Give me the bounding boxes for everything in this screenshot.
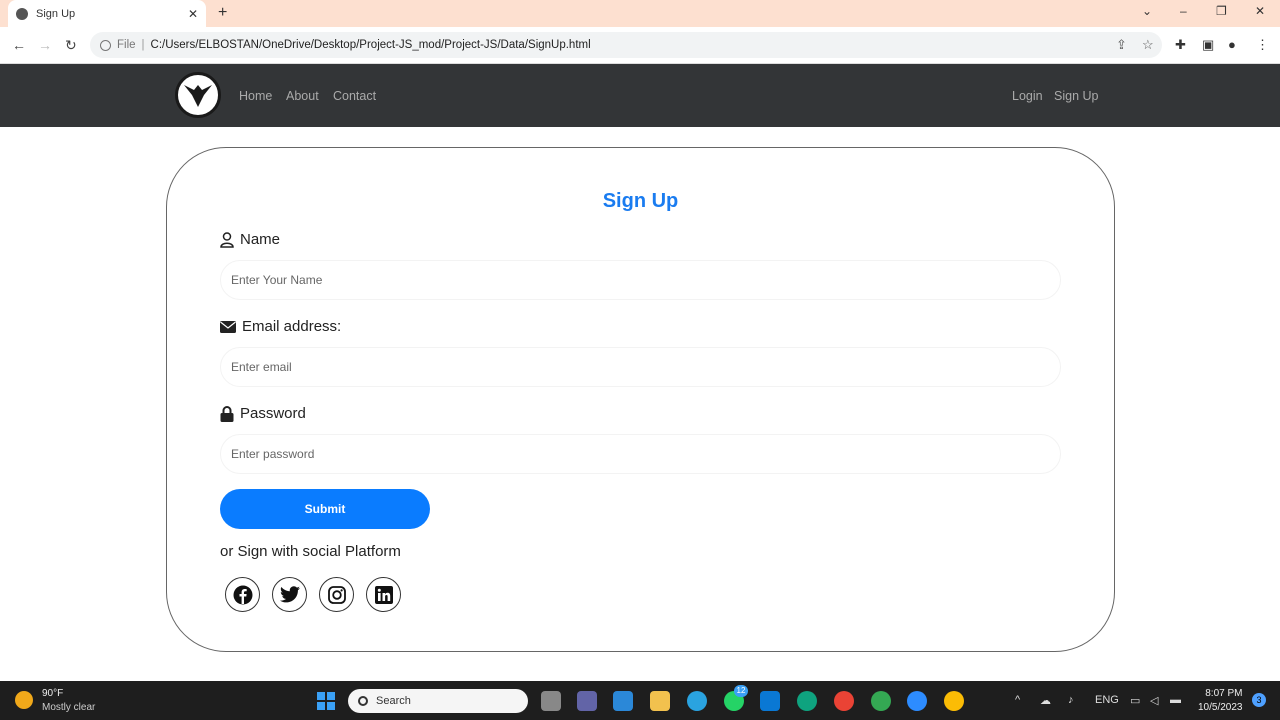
onedrive-icon[interactable]: ☁: [1040, 694, 1051, 707]
signup-card: Sign Up Name Email address: Password Sub…: [166, 147, 1115, 652]
twitter-button[interactable]: [272, 577, 307, 612]
twitter-icon: [279, 586, 300, 603]
forward-icon[interactable]: →: [38, 37, 52, 53]
instagram-icon: [327, 585, 346, 604]
maximize-icon[interactable]: ❐: [1216, 4, 1227, 18]
social-signin-text: or Sign with social Platform: [220, 543, 401, 560]
facebook-button[interactable]: [225, 577, 260, 612]
reload-icon[interactable]: ↻: [65, 37, 77, 54]
extensions-icon[interactable]: ✚: [1175, 37, 1186, 53]
weather-moon-icon[interactable]: [15, 691, 33, 709]
close-tab-icon[interactable]: ✕: [188, 7, 198, 21]
task-view-icon[interactable]: [541, 691, 561, 711]
zoom-icon[interactable]: [907, 691, 927, 711]
tab-search-icon[interactable]: ⌄: [1142, 4, 1152, 18]
side-panel-icon[interactable]: ▣: [1202, 37, 1214, 53]
nav-signup-link[interactable]: Sign Up: [1054, 89, 1098, 103]
chrome-alt-icon[interactable]: [944, 691, 964, 711]
notification-badge[interactable]: 3: [1252, 693, 1266, 707]
new-tab-icon[interactable]: +: [218, 4, 227, 22]
whatsapp-badge: 12: [734, 685, 748, 697]
nav-contact-link[interactable]: Contact: [333, 89, 376, 103]
chrome-profile-icon[interactable]: [871, 691, 891, 711]
back-icon[interactable]: ←: [12, 37, 26, 53]
bookmark-star-icon[interactable]: ☆: [1142, 37, 1154, 53]
weather-condition[interactable]: Mostly clear: [42, 702, 95, 713]
site-logo[interactable]: [175, 72, 221, 118]
microphone-icon[interactable]: ♪: [1068, 694, 1074, 706]
minimize-icon[interactable]: –: [1180, 4, 1187, 18]
close-window-icon[interactable]: ✕: [1255, 4, 1265, 18]
nav-login-link[interactable]: Login: [1012, 89, 1043, 103]
info-icon[interactable]: [100, 39, 111, 51]
battery-icon[interactable]: ▬: [1170, 694, 1181, 706]
clock-date: 10/5/2023: [1198, 702, 1243, 713]
store-icon[interactable]: [613, 691, 633, 711]
nav-home-link[interactable]: Home: [239, 89, 272, 103]
nav-about-link[interactable]: About: [286, 89, 319, 103]
file-explorer-icon[interactable]: [650, 691, 670, 711]
email-label: Email address:: [220, 318, 341, 335]
envelope-icon: [220, 320, 236, 333]
social-buttons: [225, 577, 401, 612]
system-clock[interactable]: 8:07 PM 10/5/2023: [1198, 687, 1243, 715]
password-label: Password: [220, 405, 306, 422]
email-label-text: Email address:: [242, 318, 342, 335]
globe-icon: [16, 7, 28, 20]
name-label-text: Name: [240, 231, 281, 248]
linkedin-button[interactable]: [366, 577, 401, 612]
network-icon[interactable]: ▭: [1130, 694, 1140, 707]
tab-sign-up[interactable]: Sign Up ✕: [8, 0, 206, 27]
taskbar-search[interactable]: Search: [348, 689, 528, 713]
url-text[interactable]: C:/Users/ELBOSTAN/OneDrive/Desktop/Proje…: [151, 39, 591, 51]
volume-icon[interactable]: ◁: [1150, 694, 1158, 707]
password-label-text: Password: [240, 405, 306, 422]
facebook-icon: [233, 585, 252, 604]
telegram-icon[interactable]: [687, 691, 707, 711]
tray-overflow-icon[interactable]: ^: [1015, 694, 1020, 706]
taskbar-search-text: Search: [376, 695, 411, 707]
form-title: Sign Up: [602, 190, 679, 212]
password-input[interactable]: [220, 434, 1061, 474]
chrome-icon[interactable]: [834, 691, 854, 711]
tab-title: Sign Up: [36, 7, 76, 20]
vscode-icon[interactable]: [760, 691, 780, 711]
instagram-button[interactable]: [319, 577, 354, 612]
browser-tab-bar: Sign Up ✕ + ⌄ – ❐ ✕: [0, 0, 1280, 27]
name-label: Name: [220, 231, 280, 248]
email-input[interactable]: [220, 347, 1061, 387]
name-input[interactable]: [220, 260, 1061, 300]
weather-temperature[interactable]: 90°F: [42, 688, 63, 699]
edge-icon[interactable]: [797, 691, 817, 711]
separator: |: [141, 39, 145, 51]
submit-button[interactable]: Submit: [220, 489, 430, 529]
language-indicator[interactable]: ENG: [1095, 694, 1119, 706]
clock-time: 8:07 PM: [1205, 688, 1243, 699]
user-icon: [220, 231, 234, 248]
share-icon[interactable]: ⇪: [1116, 37, 1127, 53]
eagle-logo-icon: [184, 85, 212, 107]
menu-icon[interactable]: ⋮: [1256, 37, 1269, 53]
profile-avatar-icon[interactable]: ●: [1228, 37, 1236, 52]
address-bar[interactable]: File | C:/Users/ELBOSTAN/OneDrive/Deskto…: [90, 32, 1162, 58]
site-navbar: Home About Contact Login Sign Up: [0, 64, 1280, 127]
linkedin-icon: [374, 585, 393, 604]
teams-icon[interactable]: [577, 691, 597, 711]
file-label: File: [117, 39, 136, 51]
windows-taskbar: 90°F Mostly clear Search 12 ^ ☁ ♪ ENG ▭ …: [0, 681, 1280, 720]
windows-start-icon[interactable]: [317, 692, 335, 710]
search-icon: [358, 696, 368, 706]
lock-icon: [220, 405, 234, 422]
address-toolbar: ← → ↻ File | C:/Users/ELBOSTAN/OneDrive/…: [0, 27, 1280, 64]
